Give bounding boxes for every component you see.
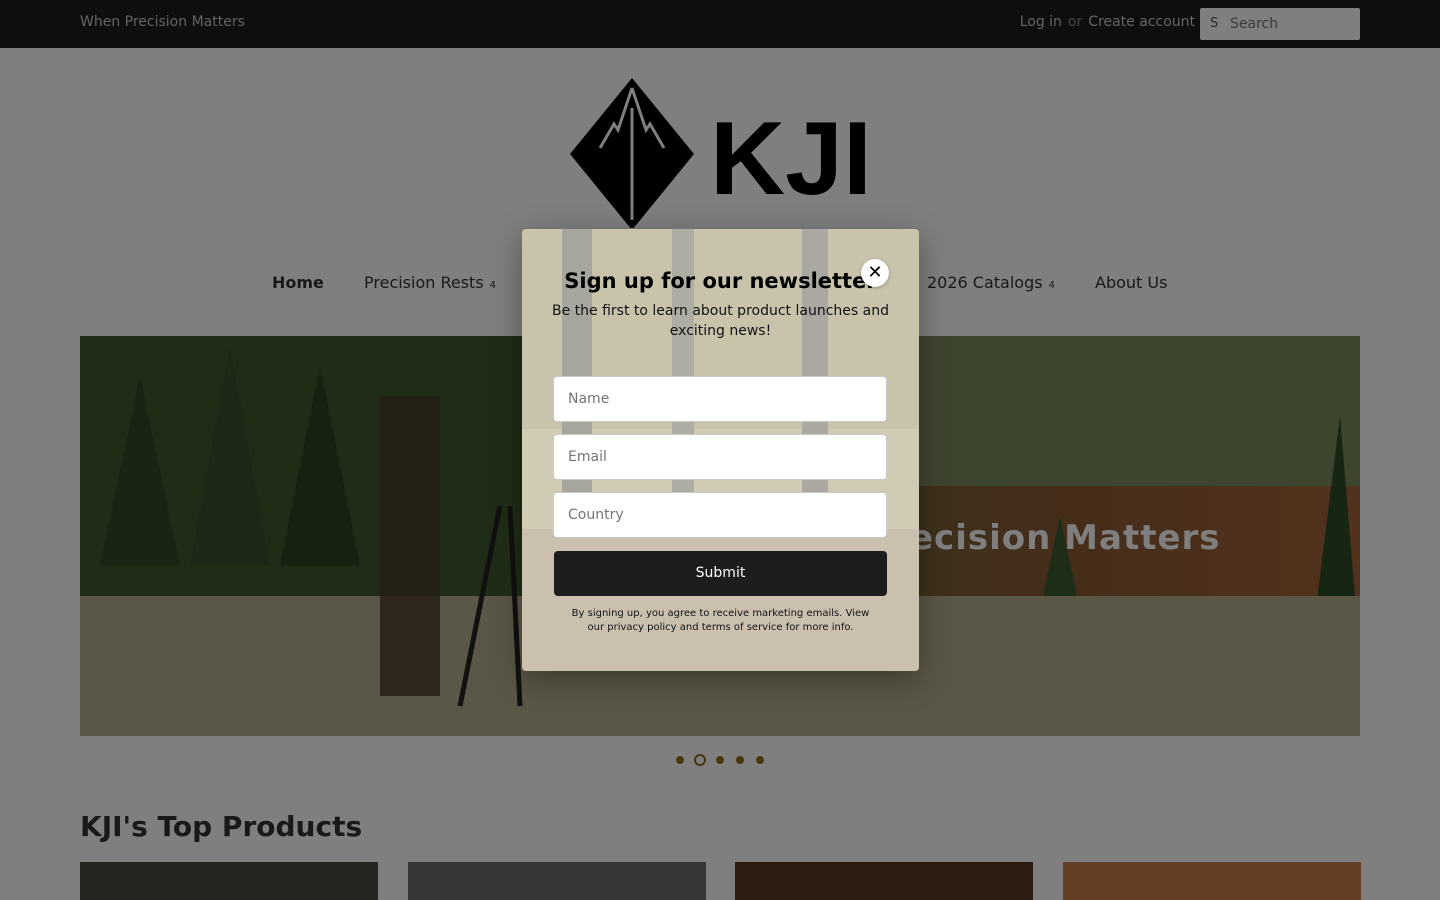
email-input[interactable] [568, 435, 868, 479]
close-icon[interactable]: ✕ [861, 259, 889, 287]
submit-button[interactable]: Submit [554, 551, 887, 596]
email-field[interactable] [553, 434, 887, 480]
name-field[interactable] [553, 376, 887, 422]
popup-disclaimer: By signing up, you agree to receive mark… [571, 608, 870, 633]
popup-subtitle: Be the first to learn about product laun… [552, 303, 889, 339]
country-field[interactable] [553, 492, 887, 538]
name-input[interactable] [568, 377, 868, 421]
country-input[interactable] [568, 493, 868, 537]
newsletter-popup: Sign up for our newsletter Be the first … [522, 229, 919, 671]
popup-title: Sign up for our newsletter [564, 269, 877, 293]
